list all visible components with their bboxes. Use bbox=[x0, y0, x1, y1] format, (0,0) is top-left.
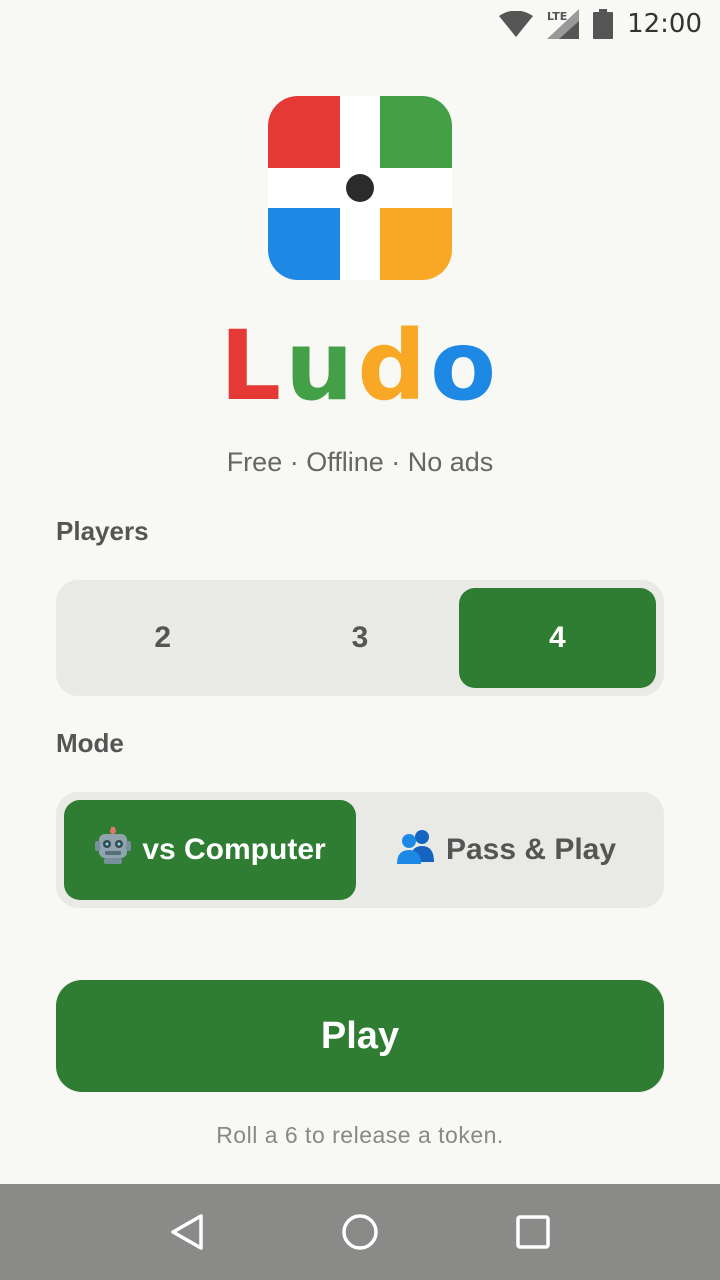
navigation-bar bbox=[0, 1184, 720, 1280]
network-label: LTE bbox=[547, 10, 567, 23]
mode-pass-and-play-label: Pass & Play bbox=[445, 833, 617, 866]
signal-icon: LTE bbox=[547, 9, 580, 39]
mode-label: Mode bbox=[56, 728, 124, 758]
players-option-2[interactable]: 2 bbox=[64, 588, 261, 688]
mode-selector: vs Computer Pass & Play bbox=[56, 792, 664, 908]
people-icon bbox=[396, 828, 436, 872]
players-selector: 2 3 4 bbox=[56, 580, 664, 696]
players-option-3[interactable]: 3 bbox=[261, 588, 458, 688]
status-bar: LTE 12:00 bbox=[0, 0, 720, 48]
app-subtitle: Free · Offline · No ads bbox=[226, 447, 494, 477]
home-icon[interactable] bbox=[330, 1202, 390, 1262]
battery-icon bbox=[593, 9, 614, 39]
logo-center-dot bbox=[346, 174, 374, 202]
play-button[interactable]: Play bbox=[56, 980, 664, 1092]
robot-icon bbox=[94, 827, 132, 873]
back-icon[interactable] bbox=[157, 1202, 217, 1262]
wifi-icon bbox=[499, 11, 534, 37]
app-logo bbox=[268, 96, 452, 280]
logo-red-quadrant bbox=[268, 96, 340, 168]
status-time: 12:00 bbox=[627, 9, 702, 39]
players-label: Players bbox=[56, 516, 149, 546]
logo-green-quadrant bbox=[380, 96, 452, 168]
title-letter: d bbox=[357, 310, 431, 422]
mode-vs-computer-button[interactable]: vs Computer bbox=[64, 800, 356, 900]
title-letter: o bbox=[430, 310, 501, 422]
title-letter: u bbox=[285, 310, 358, 422]
players-option-4[interactable]: 4 bbox=[458, 588, 656, 688]
mode-vs-computer-label: vs Computer bbox=[142, 833, 326, 866]
hint-text: Roll a 6 to release a token. bbox=[216, 1122, 504, 1148]
mode-pass-and-play-button[interactable]: Pass & Play bbox=[356, 800, 656, 900]
app-title: Ludo bbox=[0, 310, 720, 422]
recents-icon[interactable] bbox=[503, 1202, 563, 1262]
title-letter: L bbox=[219, 310, 286, 422]
logo-blue-quadrant bbox=[268, 208, 340, 280]
logo-yellow-quadrant bbox=[380, 208, 452, 280]
